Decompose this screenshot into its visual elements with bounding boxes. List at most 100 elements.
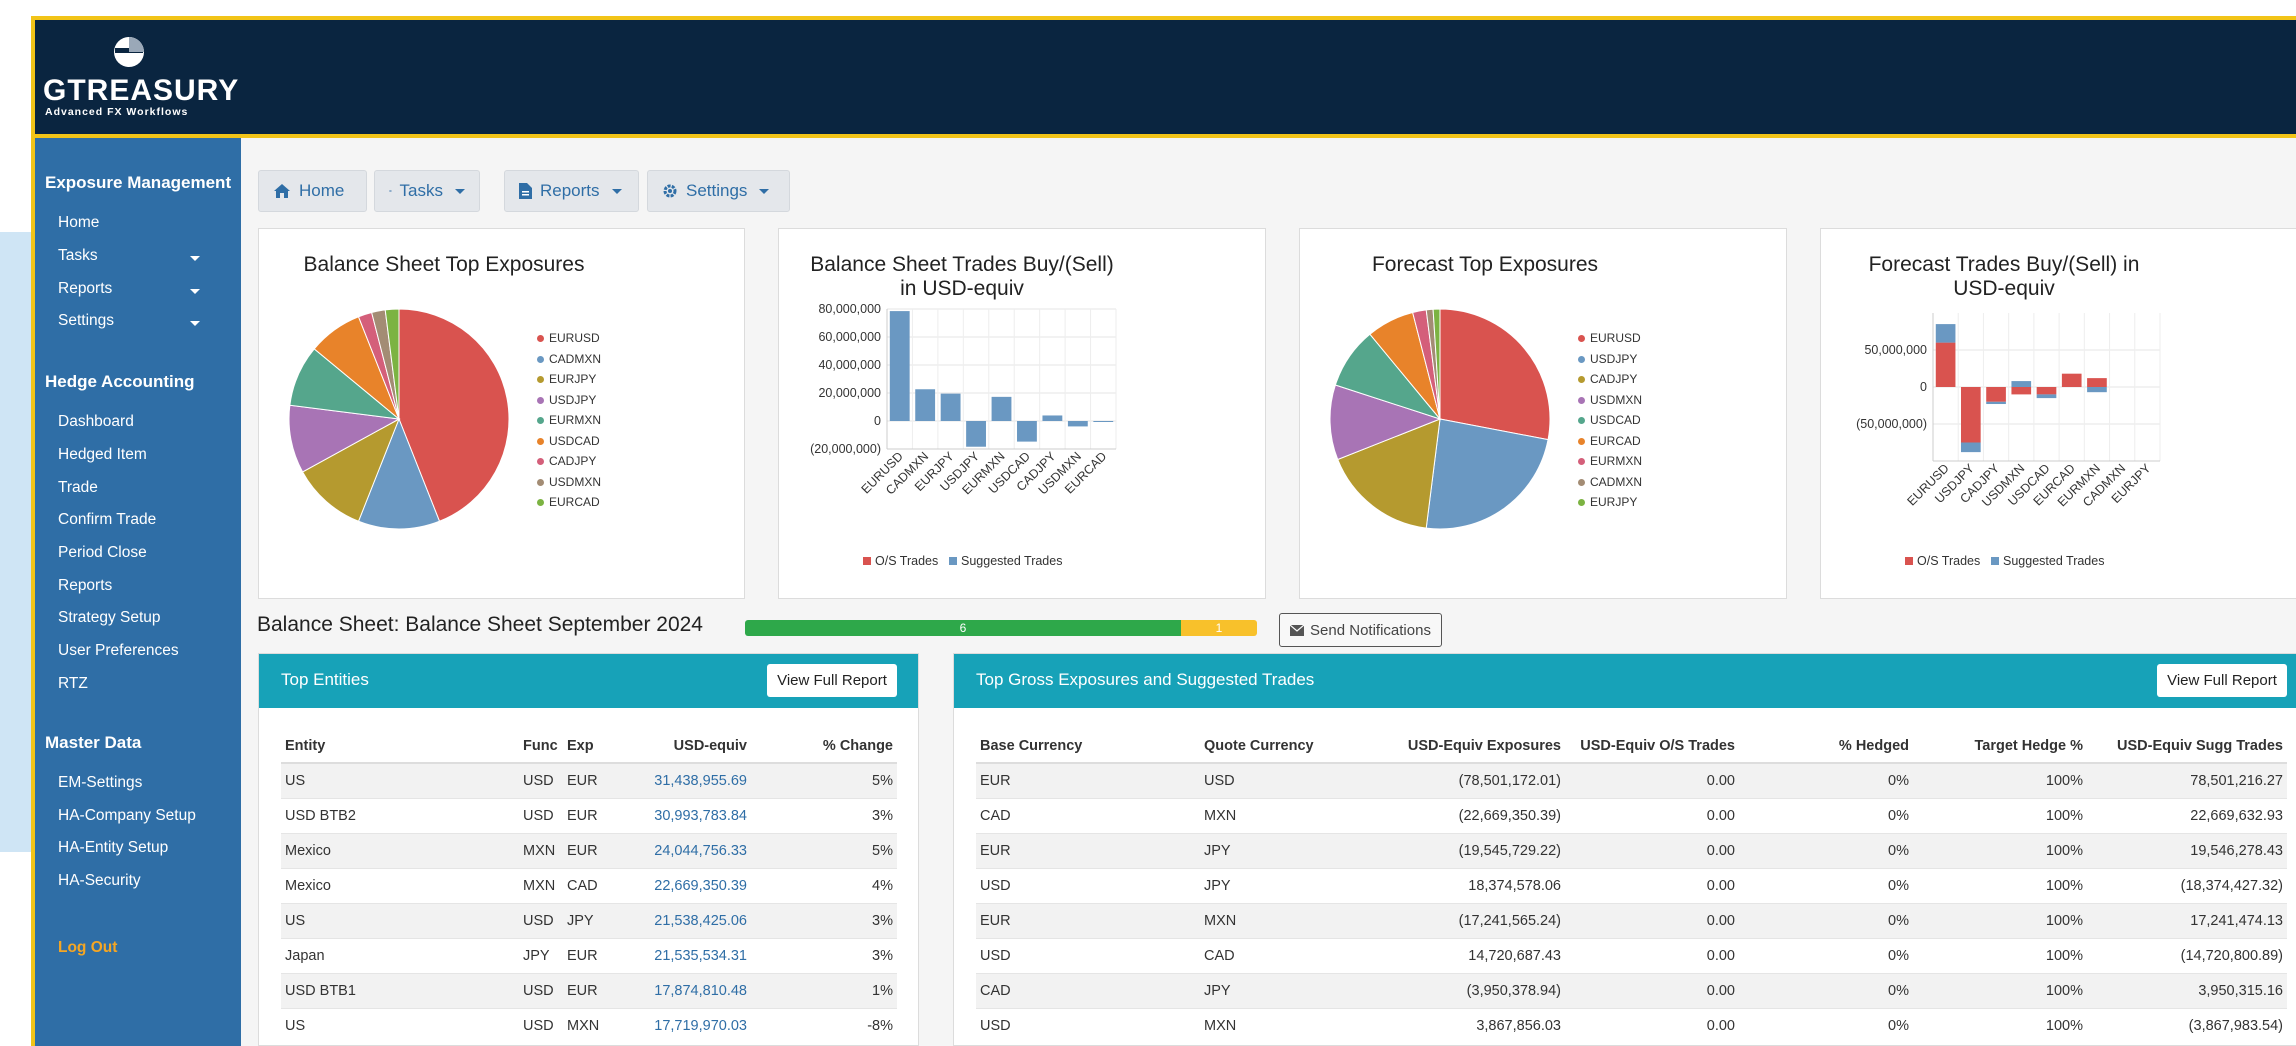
legend-item-eurcad[interactable]: EURCAD [1578,434,1641,448]
chevron-down-icon[interactable] [190,289,200,294]
gtreasury-logo[interactable]: GTREASURY Advanced FX Workflows [41,34,238,124]
pie-slice-eurusd[interactable] [1439,309,1550,441]
table-row[interactable]: US USD MXN 17,719,970.03 -8% [281,1008,897,1043]
bar-o-s-trades-usdmxn[interactable] [2011,387,2032,395]
send-notifications-button[interactable]: Send Notifications [1279,613,1442,647]
bar-o-s-trades-cadjpy[interactable] [1986,387,2006,402]
legend-item-cadmxn[interactable]: CADMXN [537,352,601,366]
sidebar-item-tasks[interactable]: Tasks [58,247,98,265]
legend-item-eurcad[interactable]: EURCAD [537,495,600,509]
legend-item-usdjpy[interactable]: USDJPY [537,393,596,407]
usd-equiv-link[interactable]: 22,669,350.39 [613,868,751,904]
usd-equiv-link[interactable]: 31,438,955.69 [613,762,751,799]
bar-suggested-trades-usdjpy[interactable] [1960,442,1981,453]
sidebar-item-ha-security[interactable]: HA-Security [58,872,141,890]
legend-item-eurusd[interactable]: EURUSD [537,331,600,345]
sidebar-item-confirm-trade[interactable]: Confirm Trade [58,511,156,529]
bar-suggested-trades-usdmxn[interactable] [1067,421,1088,427]
legend-item-cadjpy[interactable]: CADJPY [537,454,596,468]
sidebar-item-hedged-item[interactable]: Hedged Item [58,446,147,464]
legend-item-eurmxn[interactable]: EURMXN [537,413,601,427]
column-header[interactable]: USD-equiv [613,729,751,764]
bar-o-s-trades-eurusd[interactable] [1935,342,1956,387]
usd-equiv-link[interactable]: 17,874,810.48 [613,973,751,1009]
bar-o-s-trades-usdcad[interactable] [2036,387,2057,395]
legend-item-usdmxn[interactable]: USDMXN [1578,393,1642,407]
bar-suggested-trades-eurmxn[interactable] [991,396,1012,421]
bar-suggested-trades-cadmxn[interactable] [915,389,936,421]
tasks-dropdown[interactable]: Tasks [374,170,480,212]
reports-dropdown[interactable]: Reports [504,170,639,212]
table-row[interactable]: USD CAD 14,720,687.43 0.00 0% 100% (14,720,800… [976,938,2287,974]
legend-item-usdjpy[interactable]: USDJPY [1578,352,1637,366]
legend-item-usdcad[interactable]: USDCAD [537,434,600,448]
sidebar-item-em-settings[interactable]: EM-Settings [58,774,142,792]
legend-item-eurusd[interactable]: EURUSD [1578,331,1641,345]
bar-suggested-trades-usdcad[interactable] [1017,421,1037,442]
bar-suggested-trades-eurusd[interactable] [1935,324,1956,343]
table-row[interactable]: EUR MXN (17,241,565.24) 0.00 0% 100% 17,241,47… [976,903,2287,939]
column-header[interactable]: Target Hedge % [1913,729,2087,764]
home-button[interactable]: Home [258,170,367,212]
table-row[interactable]: US USD EUR 31,438,955.69 5% [281,762,897,799]
sidebar-item-period-close[interactable]: Period Close [58,544,147,562]
table-row[interactable]: US USD JPY 21,538,425.06 3% [281,903,897,939]
table-row[interactable]: USD JPY 18,374,578.06 0.00 0% 100% (18,374,427… [976,868,2287,904]
table-row[interactable]: USD MXN 3,867,856.03 0.00 0% 100% (3,867,983.5… [976,1008,2287,1043]
table-row[interactable]: Mexico MXN CAD 22,669,350.39 4% [281,868,897,904]
bar-suggested-trades-eurusd[interactable] [889,311,910,421]
sidebar-item-user-preferences[interactable]: User Preferences [58,642,179,660]
usd-equiv-link[interactable]: 17,719,970.03 [613,1008,751,1043]
column-header[interactable]: Func [519,729,563,764]
column-header[interactable]: USD-Equiv Exposures [1360,729,1565,764]
bar-o-s-trades-eurmxn[interactable] [2087,378,2107,387]
usd-equiv-link[interactable]: 21,535,534.31 [613,938,751,974]
bar-suggested-trades-usdmxn[interactable] [2011,381,2032,387]
column-header[interactable]: % Hedged [1739,729,1913,764]
legend-item-cadmxn[interactable]: CADMXN [1578,475,1642,489]
bar-suggested-trades-eurjpy[interactable] [940,393,961,421]
sidebar-item-reports[interactable]: Reports [58,280,112,298]
table-row[interactable]: EUR JPY (19,545,729.22) 0.00 0% 100% 19,546,27… [976,833,2287,869]
sidebar-item-ha-reports[interactable]: Reports [58,577,112,595]
view-full-report-button[interactable]: View Full Report [767,664,897,697]
sidebar-item-strategy-setup[interactable]: Strategy Setup [58,609,161,627]
legend-item-cadjpy[interactable]: CADJPY [1578,372,1637,386]
bar-suggested-trades-cadjpy[interactable] [1042,415,1063,421]
sidebar-item-rtz[interactable]: RTZ [58,675,88,693]
table-row[interactable]: CAD JPY (3,950,378.94) 0.00 0% 100% 3,950,315.… [976,973,2287,1009]
column-header[interactable]: Entity [281,729,519,764]
logout-link[interactable]: Log Out [58,939,117,957]
usd-equiv-link[interactable]: 21,538,425.06 [613,903,751,939]
chevron-down-icon[interactable] [190,321,200,326]
usd-equiv-link[interactable]: 30,993,783.84 [613,798,751,834]
table-row[interactable]: USD BTB1 USD EUR 17,874,810.48 1% [281,973,897,1009]
bar-o-s-trades-usdjpy[interactable] [1960,387,1981,443]
legend-item-usdcad[interactable]: USDCAD [1578,413,1641,427]
sidebar-item-home[interactable]: Home [58,214,99,232]
column-header[interactable]: USD-Equiv O/S Trades [1565,729,1739,764]
sidebar-item-settings[interactable]: Settings [58,312,114,330]
column-header[interactable]: Quote Currency [1200,729,1360,764]
bar-suggested-trades-usdjpy[interactable] [966,421,986,447]
sidebar-item-ha-company-setup[interactable]: HA-Company Setup [58,807,196,825]
settings-dropdown[interactable]: Settings [647,170,790,212]
table-row[interactable]: Japan JPY EUR 21,535,534.31 3% [281,938,897,974]
bar-suggested-trades-cadjpy[interactable] [1986,401,2006,405]
legend-item-usdmxn[interactable]: USDMXN [537,475,601,489]
bar-o-s-trades-eurcad[interactable] [2061,373,2082,387]
table-row[interactable]: USD BTB2 USD EUR 30,993,783.84 3% [281,798,897,834]
sidebar-item-dashboard[interactable]: Dashboard [58,413,134,431]
legend-item-eurmxn[interactable]: EURMXN [1578,454,1642,468]
legend-item-eurjpy[interactable]: EURJPY [537,372,596,386]
bar-suggested-trades-eurcad[interactable] [1093,421,1114,422]
bar-suggested-trades-eurmxn[interactable] [2087,387,2107,393]
table-row[interactable]: CAD MXN (22,669,350.39) 0.00 0% 100% 22,669,63… [976,798,2287,834]
sidebar-item-trade[interactable]: Trade [58,479,98,497]
column-header[interactable]: Base Currency [976,729,1200,764]
chevron-down-icon[interactable] [190,256,200,261]
column-header[interactable]: Exp [563,729,613,764]
legend-item-eurjpy[interactable]: EURJPY [1578,495,1637,509]
bar-suggested-trades-usdcad[interactable] [2036,394,2057,399]
table-row[interactable]: Mexico MXN EUR 24,044,756.33 5% [281,833,897,869]
